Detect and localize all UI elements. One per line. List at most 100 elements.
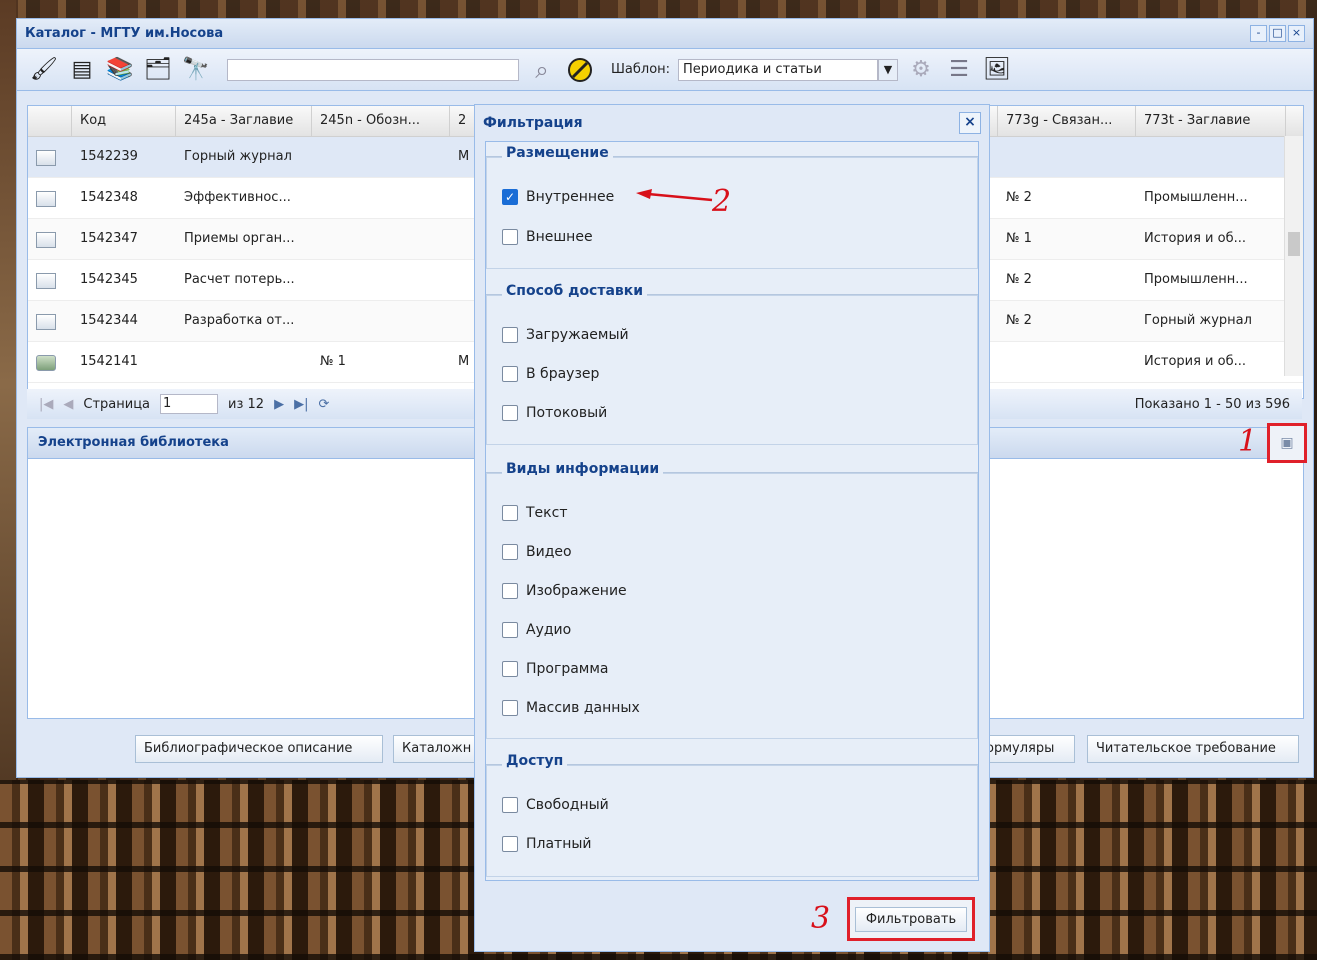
checkbox-unchecked[interactable] <box>502 405 518 421</box>
fieldset-placement: Размещение ✓ Внутреннее Внешнее <box>486 145 978 269</box>
next-page-icon[interactable]: ▶ <box>274 397 284 412</box>
fieldset-legend: Доступ <box>502 753 568 769</box>
image-folder-icon[interactable]: 🖼 <box>982 55 1012 85</box>
cell-code: 1542239 <box>80 149 138 164</box>
dialog-title: Фильтрация <box>483 115 583 131</box>
checkbox-audio[interactable]: Аудио <box>502 622 571 638</box>
filter-icon: ▣ <box>1280 435 1294 451</box>
checkbox-label: Платный <box>526 836 592 852</box>
checkbox-unchecked[interactable] <box>502 505 518 521</box>
checkbox-internal[interactable]: ✓ Внутреннее <box>502 189 614 205</box>
checkbox-label: Программа <box>526 661 609 677</box>
checkbox-checked[interactable]: ✓ <box>502 189 518 205</box>
cell-title: Расчет потерь... <box>184 272 295 287</box>
tab-catalog-cards[interactable]: Каталожн <box>393 735 475 763</box>
checkbox-downloadable[interactable]: Загружаемый <box>502 327 629 343</box>
panel-filter-button[interactable]: ▣ <box>1267 423 1307 463</box>
cell-link: № 1 <box>1006 231 1032 246</box>
cell-title: Эффективнос... <box>184 190 291 205</box>
filter-apply-button[interactable]: Фильтровать <box>847 897 975 941</box>
cell-number <box>312 219 450 259</box>
search-input[interactable] <box>227 58 519 81</box>
column-header-link[interactable]: 773g - Связан... <box>998 106 1136 136</box>
page-input[interactable]: 1 <box>160 394 219 414</box>
digital-record-icon <box>36 355 56 371</box>
export-icon[interactable]: ☰ <box>944 55 974 85</box>
filter-dialog: Фильтрация × Размещение ✓ Внутреннее Вне… <box>474 104 990 952</box>
fieldset-info-types: Виды информации Текст Видео Изображение … <box>486 461 978 739</box>
scrollbar-thumb[interactable] <box>1288 232 1300 256</box>
checkbox-external[interactable]: Внешнее <box>502 229 593 245</box>
table-star-icon[interactable]: 🗂 <box>143 55 173 85</box>
checkbox-label: Внутреннее <box>526 189 615 205</box>
cell-number <box>312 260 450 300</box>
cell-title: Горный журнал <box>184 149 292 164</box>
checkbox-program[interactable]: Программа <box>502 661 609 677</box>
tab-bibliographic-description[interactable]: Библиографическое описание <box>135 735 383 763</box>
grid-scrollbar[interactable] <box>1284 136 1303 376</box>
checkbox-video[interactable]: Видео <box>502 544 572 560</box>
cell-link: № 2 <box>1006 190 1032 205</box>
cell-number <box>312 301 450 341</box>
checkbox-label: Изображение <box>526 583 627 599</box>
column-header-icon[interactable] <box>28 106 72 136</box>
checkbox-image[interactable]: Изображение <box>502 583 627 599</box>
column-header-number[interactable]: 245n - Обозн... <box>312 106 450 136</box>
column-header-code[interactable]: Код <box>72 106 176 136</box>
cell-journal-title: История и об... <box>1144 354 1247 369</box>
cell-title <box>176 342 312 382</box>
fieldset-delivery: Способ доставки Загружаемый В браузер По… <box>486 283 978 445</box>
checkbox-streaming[interactable]: Потоковый <box>502 405 607 421</box>
dialog-close-button[interactable]: × <box>959 112 981 134</box>
checkbox-label: Видео <box>526 544 572 560</box>
close-button[interactable]: × <box>1288 25 1305 42</box>
fieldset-border <box>486 157 978 269</box>
record-icon <box>36 314 56 330</box>
template-label: Шаблон: <box>611 62 671 77</box>
cell-link: № 2 <box>1006 272 1032 287</box>
checkbox-unchecked[interactable] <box>502 229 518 245</box>
column-header-title[interactable]: 245a - Заглавие <box>176 106 312 136</box>
minimize-button[interactable]: - <box>1250 25 1267 42</box>
cell-code: 1542345 <box>80 272 138 287</box>
clear-icon[interactable] <box>565 55 595 85</box>
chevron-down-icon[interactable]: ▼ <box>878 58 899 81</box>
cell-journal-title: История и об... <box>1144 231 1247 246</box>
checkbox-unchecked[interactable] <box>502 622 518 638</box>
last-page-icon[interactable]: ▶| <box>294 397 308 412</box>
checkbox-free[interactable]: Свободный <box>502 797 609 813</box>
cell-number <box>312 137 450 177</box>
maximize-button[interactable]: □ <box>1269 25 1286 42</box>
tab-forms[interactable]: ормуляры <box>983 735 1075 763</box>
window-tools: - □ × <box>1250 25 1305 42</box>
checkbox-unchecked[interactable] <box>502 700 518 716</box>
magnifier-icon[interactable]: ⌕ <box>527 55 557 85</box>
checkbox-browser[interactable]: В браузер <box>502 366 599 382</box>
checkbox-unchecked[interactable] <box>502 661 518 677</box>
refresh-icon[interactable]: ⟳ <box>318 397 329 412</box>
checkbox-unchecked[interactable] <box>502 366 518 382</box>
first-page-icon[interactable]: |◀ <box>39 397 53 412</box>
checkbox-paid[interactable]: Платный <box>502 836 592 852</box>
tab-reader-request[interactable]: Читательское требование <box>1087 735 1299 763</box>
form-icon[interactable]: ▤ <box>67 55 97 85</box>
checkbox-unchecked[interactable] <box>502 797 518 813</box>
cell-journal-title: Горный журнал <box>1144 313 1252 328</box>
checkbox-unchecked[interactable] <box>502 836 518 852</box>
settings-gear-icon[interactable]: ⚙ <box>906 55 936 85</box>
binoculars-icon[interactable]: 🔭 <box>181 55 211 85</box>
checkbox-label: Свободный <box>526 797 609 813</box>
column-header-journal-title[interactable]: 773t - Заглавие <box>1136 106 1286 136</box>
checkbox-unchecked[interactable] <box>502 583 518 599</box>
panel-title: Электронная библиотека <box>38 435 229 450</box>
checkbox-unchecked[interactable] <box>502 327 518 343</box>
template-select[interactable]: Периодика и статьи <box>678 58 879 81</box>
brush-icon[interactable]: 🖌 <box>29 55 59 85</box>
checkbox-unchecked[interactable] <box>502 544 518 560</box>
prev-page-icon[interactable]: ◀ <box>63 397 73 412</box>
checkbox-label: Аудио <box>526 622 572 638</box>
checkbox-text[interactable]: Текст <box>502 505 567 521</box>
cell-code: 1542344 <box>80 313 138 328</box>
books-icon[interactable]: 📚 <box>105 55 135 85</box>
checkbox-dataset[interactable]: Массив данных <box>502 700 640 716</box>
